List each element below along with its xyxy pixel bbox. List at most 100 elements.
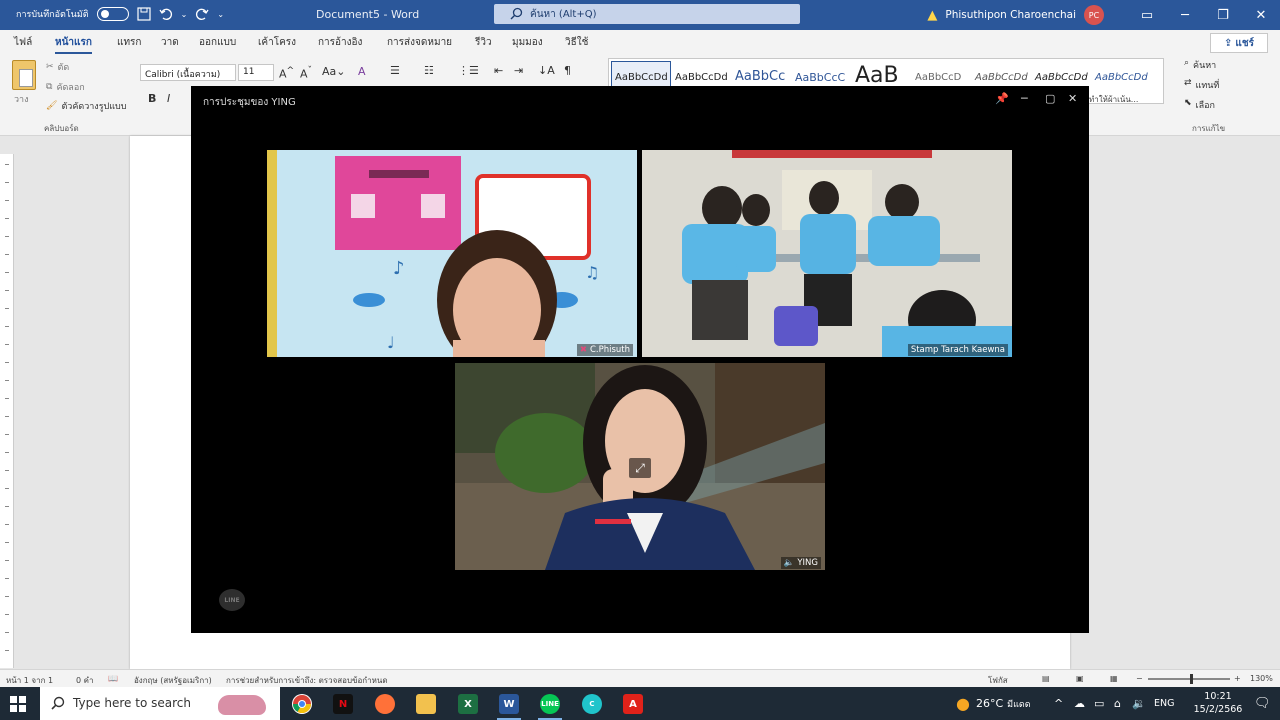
increase-indent-icon[interactable]: ⇥ bbox=[514, 64, 523, 77]
zoom-slider-thumb[interactable] bbox=[1190, 674, 1193, 684]
replace-button[interactable]: ⇄ แทนที่ bbox=[1184, 78, 1219, 92]
sort-icon[interactable]: ↓A bbox=[538, 64, 555, 77]
page-count[interactable]: หน้า 1 จาก 1 bbox=[6, 674, 53, 687]
tray-expand-icon[interactable]: ^ bbox=[1054, 687, 1063, 720]
tab-layout[interactable]: เค้าโครง bbox=[258, 35, 296, 50]
web-layout-icon[interactable]: ▦ bbox=[1110, 674, 1118, 683]
print-layout-icon[interactable]: ▣ bbox=[1076, 674, 1084, 683]
tab-file[interactable]: ไฟล์ bbox=[14, 35, 32, 50]
meeting-maximize-button[interactable]: ▢ bbox=[1045, 92, 1055, 105]
find-button[interactable]: ⌕ ค้นหา bbox=[1184, 58, 1216, 72]
video-tile-participant-1[interactable]: ♪ ♫ ♩ ✖ C.Phisuth bbox=[267, 150, 637, 357]
chrome-icon[interactable] bbox=[292, 694, 312, 714]
line-app-icon[interactable]: LINE bbox=[538, 694, 562, 720]
shrink-font-icon[interactable]: Aˇ bbox=[300, 65, 312, 81]
numbering-icon[interactable]: ☷ bbox=[424, 64, 434, 77]
multilevel-list-icon[interactable]: ⋮☰ bbox=[458, 64, 479, 77]
font-size-select[interactable]: 11 bbox=[238, 64, 274, 81]
grow-font-icon[interactable]: A^ bbox=[279, 65, 294, 81]
ribbon-display-icon[interactable]: ▭ bbox=[1128, 8, 1166, 23]
share-button[interactable]: ⇪ แชร์ bbox=[1210, 33, 1268, 53]
proofing-icon[interactable]: 📖 bbox=[108, 674, 118, 683]
copy-button[interactable]: ⧉ คัดลอก bbox=[46, 80, 85, 94]
tab-design[interactable]: ออกแบบ bbox=[199, 35, 236, 50]
tab-insert[interactable]: แทรก bbox=[117, 35, 141, 50]
battery-icon[interactable]: ▭ bbox=[1094, 687, 1104, 720]
style-heading-1[interactable]: AaBbCc bbox=[735, 69, 785, 84]
tab-draw[interactable]: วาด bbox=[161, 35, 179, 50]
style-heading-2[interactable]: AaBbCcC bbox=[795, 71, 845, 84]
change-case-icon[interactable]: Aa⌄ bbox=[322, 65, 345, 78]
customize-toolbar-icon[interactable]: ⌄ bbox=[217, 10, 224, 19]
file-explorer-icon[interactable] bbox=[416, 694, 436, 714]
weather-widget[interactable]: ● 26°C มีแดด bbox=[956, 687, 1031, 720]
volume-icon[interactable]: 🔉 bbox=[1132, 687, 1146, 720]
style-no-spacing[interactable]: AaBbCcDd bbox=[675, 72, 728, 83]
zoom-slider[interactable] bbox=[1148, 678, 1230, 680]
onedrive-icon[interactable]: ☁ bbox=[1074, 687, 1085, 720]
autosave-toggle[interactable] bbox=[96, 7, 129, 21]
select-button[interactable]: ⬉ เลือก bbox=[1184, 98, 1215, 112]
video-tile-participant-3[interactable]: ⤢ 🔈 YING bbox=[455, 363, 825, 570]
format-painter-button[interactable]: 🖌 ตัวคัดวางรูปแบบ bbox=[46, 99, 126, 113]
canva-icon[interactable]: C bbox=[582, 694, 602, 714]
acrobat-icon[interactable]: A bbox=[623, 694, 643, 714]
user-name[interactable]: Phisuthipon Charoenchai bbox=[945, 9, 1076, 21]
warning-icon[interactable]: ▲ bbox=[927, 8, 937, 23]
style-more-label[interactable]: ทำให้ผ้าเน้น... bbox=[1089, 93, 1138, 106]
zoom-level[interactable]: 130% bbox=[1250, 674, 1273, 683]
zoom-in-icon[interactable]: + bbox=[1234, 674, 1241, 683]
clear-formatting-icon[interactable]: A bbox=[358, 65, 366, 78]
network-icon[interactable]: ⌂ bbox=[1114, 687, 1121, 720]
style-title[interactable]: AaB bbox=[855, 63, 899, 88]
tab-review[interactable]: รีวิว bbox=[475, 35, 492, 50]
italic-icon[interactable]: I bbox=[167, 92, 170, 105]
focus-mode[interactable]: โฟกัส bbox=[988, 674, 1008, 687]
pin-icon[interactable]: 📌 bbox=[995, 92, 1009, 105]
windows-start-icon[interactable] bbox=[10, 696, 26, 712]
tab-home[interactable]: หน้าแรก bbox=[55, 35, 92, 55]
word-count[interactable]: 0 คำ bbox=[76, 674, 93, 687]
show-marks-icon[interactable]: ¶ bbox=[564, 64, 571, 77]
style-subtle-emphasis[interactable]: AaBbCcDd bbox=[975, 72, 1028, 83]
restore-button[interactable]: ❐ bbox=[1204, 8, 1242, 23]
tab-view[interactable]: มุมมอง bbox=[512, 35, 543, 50]
redo-icon[interactable] bbox=[195, 7, 209, 21]
bold-icon[interactable]: B bbox=[148, 92, 156, 105]
firefox-icon[interactable] bbox=[375, 694, 395, 714]
netflix-icon[interactable]: N bbox=[333, 694, 353, 714]
font-name-select[interactable]: Calibri (เนื้อความ) bbox=[140, 64, 236, 81]
word-search-box[interactable]: ค้นหา (Alt+Q) bbox=[494, 4, 800, 24]
meeting-minimize-button[interactable]: ─ bbox=[1021, 92, 1028, 105]
style-intense-emphasis[interactable]: AaBbCcDd bbox=[1095, 72, 1148, 83]
style-emphasis[interactable]: AaBbCcDd bbox=[1035, 72, 1088, 83]
style-normal[interactable]: AaBbCcDd bbox=[615, 72, 668, 83]
video-tile-participant-2[interactable]: Stamp Tarach Kaewna bbox=[642, 150, 1012, 357]
save-icon[interactable] bbox=[137, 7, 151, 21]
close-button[interactable]: ✕ bbox=[1242, 8, 1280, 23]
meeting-close-button[interactable]: ✕ bbox=[1068, 92, 1077, 105]
paste-icon[interactable] bbox=[12, 60, 36, 90]
tab-mailings[interactable]: การส่งจดหมาย bbox=[387, 35, 452, 50]
decrease-indent-icon[interactable]: ⇤ bbox=[494, 64, 503, 77]
tab-help[interactable]: วิธีใช้ bbox=[565, 35, 588, 50]
accessibility-status[interactable]: การช่วยสำหรับการเข้าถึง: ตรวจสอบข้อกำหนด bbox=[226, 674, 388, 687]
bullets-icon[interactable]: ☰ bbox=[390, 64, 400, 77]
style-subtitle[interactable]: AaBbCcD bbox=[915, 72, 961, 83]
word-icon[interactable]: W bbox=[497, 694, 521, 720]
language-status[interactable]: อังกฤษ (สหรัฐอเมริกา) bbox=[134, 674, 212, 687]
undo-dropdown-icon[interactable]: ⌄ bbox=[181, 10, 188, 19]
avatar[interactable]: PC bbox=[1084, 5, 1104, 25]
tab-references[interactable]: การอ้างอิง bbox=[318, 35, 362, 50]
undo-icon[interactable] bbox=[159, 7, 173, 21]
zoom-out-icon[interactable]: − bbox=[1136, 674, 1143, 683]
paste-label[interactable]: วาง bbox=[14, 92, 29, 106]
input-language[interactable]: ENG bbox=[1154, 687, 1174, 720]
minimize-button[interactable]: ─ bbox=[1166, 8, 1204, 23]
excel-icon[interactable]: X bbox=[458, 694, 478, 714]
cut-button[interactable]: ✂ ตัด bbox=[46, 60, 69, 74]
taskbar-clock[interactable]: 10:21 15/2/2566 bbox=[1190, 690, 1246, 716]
notifications-icon[interactable]: 🗨 bbox=[1254, 687, 1271, 720]
expand-icon[interactable]: ⤢ bbox=[629, 458, 651, 478]
read-mode-icon[interactable]: ▤ bbox=[1042, 674, 1050, 683]
